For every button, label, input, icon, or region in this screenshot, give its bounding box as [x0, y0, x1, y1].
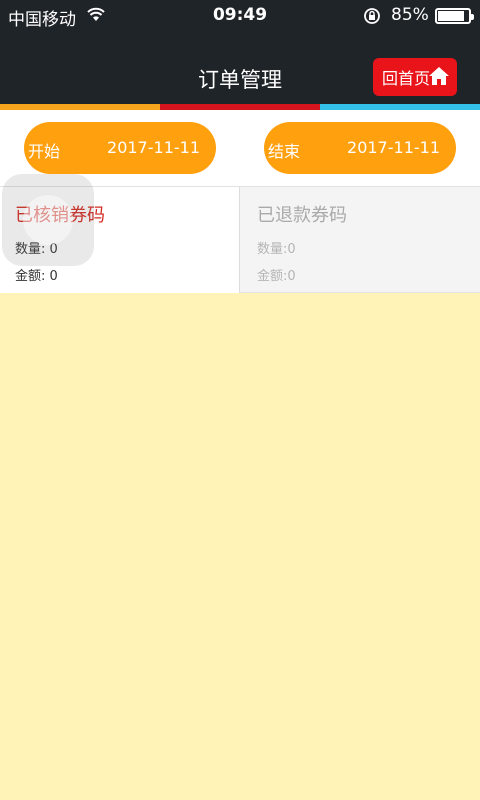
assistive-touch-button[interactable]: [2, 174, 94, 266]
refunded-codes-tab[interactable]: 已退款券码 数量:0 金额:0: [240, 187, 480, 293]
end-date-value: 2017-11-11: [347, 138, 440, 157]
start-date-value: 2017-11-11: [107, 138, 200, 157]
refunded-amount: 金额:0: [257, 269, 296, 284]
start-date-picker[interactable]: 开始 2017-11-11: [24, 122, 216, 174]
home-button[interactable]: 回首页: [373, 58, 457, 96]
battery-percent: 85%: [391, 5, 429, 25]
verified-amount: 金额: 0: [15, 269, 58, 284]
home-button-label: 回首页: [382, 69, 431, 88]
home-icon: [429, 67, 449, 85]
refunded-codes-title: 已退款券码: [257, 205, 347, 226]
app-header: 中国移动 09:49 85% 订单管理 回首页: [0, 0, 480, 106]
start-date-label: 开始: [28, 142, 61, 161]
refunded-count: 数量:0: [257, 242, 296, 257]
assistive-touch-ring: [23, 195, 73, 245]
battery-icon: [435, 8, 474, 24]
end-date-label: 结束: [268, 142, 301, 161]
rotation-lock-icon: [364, 8, 380, 24]
status-bar: 中国移动 09:49 85%: [0, 0, 480, 32]
end-date-picker[interactable]: 结束 2017-11-11: [264, 122, 456, 174]
battery-fill: [438, 11, 464, 21]
